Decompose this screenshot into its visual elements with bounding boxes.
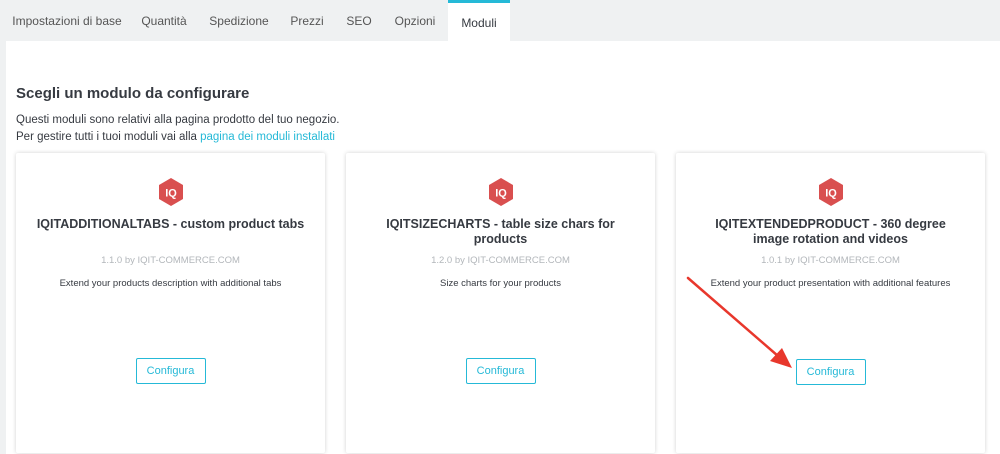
iq-logo-icon: IQ: [158, 178, 183, 206]
tab-impostazioni-di-base[interactable]: Impostazioni di base: [6, 0, 128, 41]
configure-button[interactable]: Configura: [465, 358, 536, 384]
description-line-2-text: Per gestire tutti i tuoi moduli vai alla: [16, 131, 197, 143]
iq-logo-icon: IQ: [488, 178, 513, 206]
tab-quantita[interactable]: Quantità: [128, 0, 200, 41]
module-card: IQ IQITADDITIONALTABS - custom product t…: [16, 153, 325, 453]
module-name: IQITEXTENDEDPRODUCT - 360 degree image r…: [715, 217, 946, 246]
logo-text: IQ: [165, 188, 177, 200]
module-description: Extend your products description with ad…: [59, 278, 282, 289]
section-description: Questi moduli sono relativi alla pagina …: [16, 112, 339, 146]
description-line-1: Questi moduli sono relativi alla pagina …: [16, 114, 340, 126]
logo-text: IQ: [495, 188, 507, 200]
product-tabs: Impostazioni di base Quantità Spedizione…: [0, 0, 1000, 42]
modules-panel: Scegli un modulo da configurare Questi m…: [6, 41, 1000, 454]
module-description: Size charts for your products: [440, 278, 561, 289]
module-version: 1.0.1 by IQIT-COMMERCE.COM: [761, 255, 900, 266]
logo-text: IQ: [825, 188, 837, 200]
description-line-2: Per gestire tutti i tuoi moduli vai alla…: [16, 129, 339, 146]
configure-button[interactable]: Configura: [795, 359, 866, 385]
tab-opzioni[interactable]: Opzioni: [382, 0, 448, 41]
module-name: IQITADDITIONALTABS - custom product tabs: [36, 217, 305, 231]
tab-seo[interactable]: SEO: [336, 0, 382, 41]
section-title: Scegli un modulo da configurare: [16, 85, 250, 102]
installed-modules-link[interactable]: pagina dei moduli installati: [200, 131, 335, 143]
module-card: IQ IQITSIZECHARTS - table size chars for…: [346, 153, 655, 453]
module-version: 1.2.0 by IQIT-COMMERCE.COM: [431, 255, 570, 266]
module-version: 1.1.0 by IQIT-COMMERCE.COM: [101, 255, 240, 266]
tab-prezzi[interactable]: Prezzi: [278, 0, 336, 41]
configure-button[interactable]: Configura: [135, 358, 206, 384]
module-name: IQITSIZECHARTS - table size chars for pr…: [386, 217, 615, 246]
tab-moduli[interactable]: Moduli: [448, 0, 510, 42]
annotation-arrow-icon: [686, 276, 792, 368]
iq-logo-icon: IQ: [818, 178, 843, 206]
tab-spedizione[interactable]: Spedizione: [200, 0, 278, 41]
